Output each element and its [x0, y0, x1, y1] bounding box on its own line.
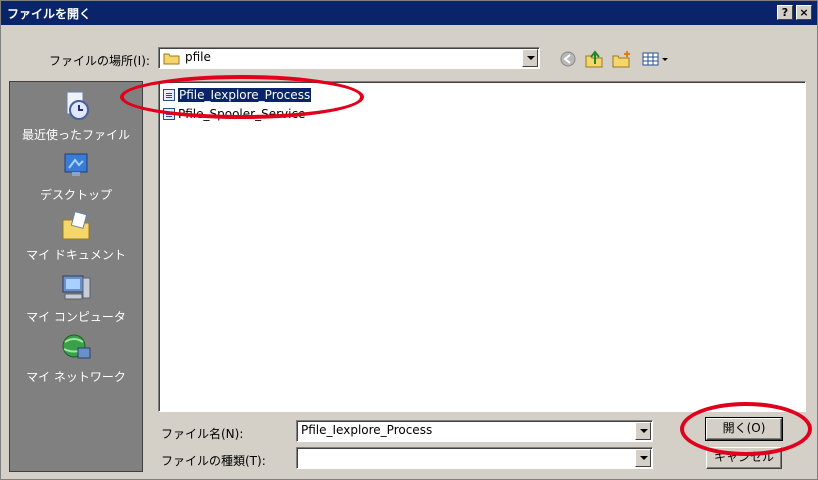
place-computer[interactable]: マイ コンピュータ: [10, 272, 142, 325]
title-bar[interactable]: ファイルを開く ? ×: [1, 1, 817, 25]
filename-value: Pfile_Iexplore_Process: [301, 423, 433, 437]
place-documents[interactable]: マイ ドキュメント: [10, 210, 142, 263]
place-network-label: マイ ネットワーク: [26, 370, 126, 384]
new-folder-icon[interactable]: [611, 49, 633, 69]
places-bar: 最近使ったファイル デスクトップ マイ ドキュメント マイ コンピュータ マイ …: [9, 81, 143, 472]
filename-combobox[interactable]: Pfile_Iexplore_Process: [296, 420, 653, 442]
view-menu-icon[interactable]: [641, 49, 671, 69]
place-computer-label: マイ コンピュータ: [26, 310, 126, 324]
filetype-label: ファイルの種類(T):: [161, 454, 266, 468]
cancel-button[interactable]: キャンセル: [706, 447, 782, 469]
location-dropdown-arrow[interactable]: [522, 49, 538, 67]
file-list[interactable]: Pfile_Iexplore_Process Pfile_Spooler_Ser…: [158, 81, 806, 412]
my-computer-icon: [62, 275, 91, 300]
my-documents-icon: [62, 211, 90, 240]
filename-dropdown-arrow[interactable]: [635, 422, 651, 440]
help-button[interactable]: ?: [777, 5, 793, 20]
filetype-combobox[interactable]: [296, 447, 653, 469]
back-icon[interactable]: [557, 49, 579, 69]
filename-label: ファイル名(N):: [161, 427, 244, 441]
place-desktop[interactable]: デスクトップ: [10, 150, 142, 203]
place-network[interactable]: マイ ネットワーク: [10, 332, 142, 385]
file-icon: [163, 108, 175, 120]
place-documents-label: マイ ドキュメント: [26, 248, 126, 262]
location-combobox[interactable]: pfile: [158, 47, 540, 69]
location-label: ファイルの場所(I):: [49, 54, 150, 68]
filetype-dropdown-arrow[interactable]: [635, 449, 651, 467]
up-folder-icon[interactable]: [583, 49, 605, 69]
close-button[interactable]: ×: [796, 5, 812, 20]
place-recent-label: 最近使ったファイル: [21, 128, 130, 142]
dialog-title: ファイルを開く: [7, 7, 92, 21]
open-button[interactable]: 開く(O): [705, 417, 783, 441]
place-recent[interactable]: 最近使ったファイル: [10, 90, 142, 143]
recent-documents-icon: [66, 91, 89, 120]
location-value: pfile: [185, 50, 211, 64]
desktop-icon: [64, 153, 88, 176]
folder-icon: [163, 53, 180, 65]
my-network-icon: [62, 334, 91, 359]
open-file-dialog: ファイルを開く ? × ファイルの場所(I): pfile 最近使ったファイル: [0, 0, 818, 480]
file-icon: [163, 89, 175, 101]
file-item[interactable]: Pfile_Iexplore_Process: [163, 88, 312, 104]
file-item[interactable]: Pfile_Spooler_Service: [163, 107, 305, 123]
place-desktop-label: デスクトップ: [39, 188, 112, 202]
